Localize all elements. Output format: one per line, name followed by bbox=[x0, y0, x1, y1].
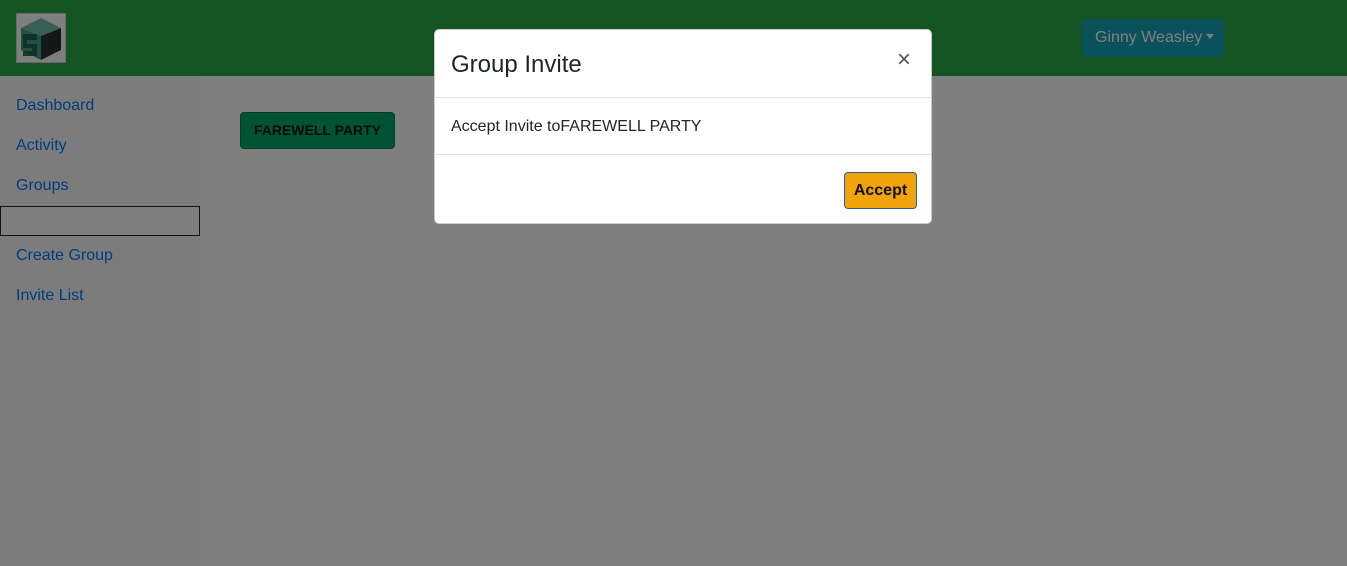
close-icon[interactable]: × bbox=[897, 48, 911, 72]
invite-message: Accept Invite toFAREWELL PARTY bbox=[451, 118, 702, 135]
app-root: Ginny Weasley Dashboard Activity Groups … bbox=[0, 0, 1347, 566]
group-invite-modal: Group Invite × Accept Invite toFAREWELL … bbox=[434, 29, 932, 224]
accept-button[interactable]: Accept bbox=[844, 172, 917, 209]
modal-title: Group Invite bbox=[451, 51, 582, 78]
modal-header: Group Invite × bbox=[435, 30, 931, 98]
modal-body: Accept Invite toFAREWELL PARTY bbox=[435, 98, 931, 155]
